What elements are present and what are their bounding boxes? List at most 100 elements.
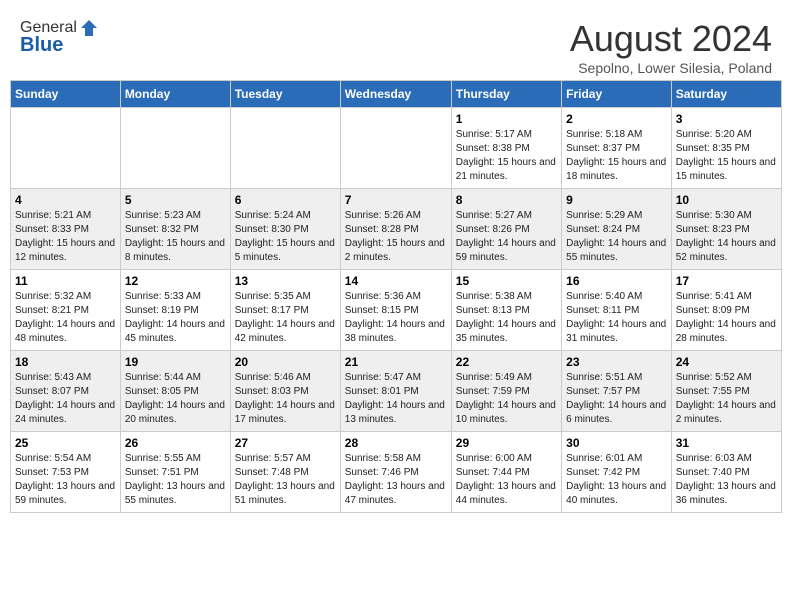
day-info: Sunrise: 5:18 AM Sunset: 8:37 PM Dayligh… <box>566 128 667 184</box>
day-info: Sunrise: 5:49 AM Sunset: 7:59 PM Dayligh… <box>456 371 557 427</box>
day-info: Sunrise: 5:23 AM Sunset: 8:32 PM Dayligh… <box>125 209 226 265</box>
calendar-week-row: 25Sunrise: 5:54 AM Sunset: 7:53 PM Dayli… <box>11 432 782 513</box>
day-info: Sunrise: 6:00 AM Sunset: 7:44 PM Dayligh… <box>456 452 557 508</box>
day-number: 9 <box>566 193 667 207</box>
calendar-table: SundayMondayTuesdayWednesdayThursdayFrid… <box>10 80 782 513</box>
day-info: Sunrise: 5:47 AM Sunset: 8:01 PM Dayligh… <box>345 371 447 427</box>
calendar-header-row: SundayMondayTuesdayWednesdayThursdayFrid… <box>11 81 782 108</box>
calendar-cell: 11 Sunrise: 5:32 AM Sunset: 8:21 PM Dayli… <box>11 270 121 351</box>
day-number: 11 <box>15 274 116 288</box>
calendar-cell: 31Sunrise: 6:03 AM Sunset: 7:40 PM Dayli… <box>671 432 781 513</box>
day-info: Sunrise: 5:24 AM Sunset: 8:30 PM Dayligh… <box>235 209 336 265</box>
logo-blue-text: Blue <box>20 34 63 57</box>
day-number: 1 <box>456 112 557 126</box>
day-info: Sunrise: 5:35 AM Sunset: 8:17 PM Dayligh… <box>235 290 336 346</box>
calendar-week-row: 1 Sunrise: 5:17 AM Sunset: 8:38 PM Daylig… <box>11 108 782 189</box>
day-info: Sunrise: 5:27 AM Sunset: 8:26 PM Dayligh… <box>456 209 557 265</box>
day-number: 6 <box>235 193 336 207</box>
day-info: Sunrise: 5:26 AM Sunset: 8:28 PM Dayligh… <box>345 209 447 265</box>
day-number: 12 <box>125 274 226 288</box>
month-title: August 2024 <box>570 18 772 60</box>
calendar-cell: 27Sunrise: 5:57 AM Sunset: 7:48 PM Dayli… <box>230 432 340 513</box>
calendar-cell <box>230 108 340 189</box>
calendar-week-row: 4 Sunrise: 5:21 AM Sunset: 8:33 PM Daylig… <box>11 189 782 270</box>
calendar-week-row: 18 Sunrise: 5:43 AM Sunset: 8:07 PM Dayli… <box>11 351 782 432</box>
calendar-cell: 18 Sunrise: 5:43 AM Sunset: 8:07 PM Dayli… <box>11 351 121 432</box>
calendar-cell: 1 Sunrise: 5:17 AM Sunset: 8:38 PM Daylig… <box>451 108 561 189</box>
calendar-cell: 29 Sunrise: 6:00 AM Sunset: 7:44 PM Dayli… <box>451 432 561 513</box>
column-header-monday: Monday <box>120 81 230 108</box>
day-info: Sunrise: 5:21 AM Sunset: 8:33 PM Dayligh… <box>15 209 116 265</box>
day-number: 19 <box>125 355 226 369</box>
day-number: 24 <box>676 355 777 369</box>
day-number: 27 <box>235 436 336 450</box>
day-number: 4 <box>15 193 116 207</box>
day-info: Sunrise: 5:55 AM Sunset: 7:51 PM Dayligh… <box>125 452 226 508</box>
day-number: 29 <box>456 436 557 450</box>
day-number: 15 <box>456 274 557 288</box>
day-info: Sunrise: 5:52 AM Sunset: 7:55 PM Dayligh… <box>676 371 777 427</box>
day-info: Sunrise: 5:44 AM Sunset: 8:05 PM Dayligh… <box>125 371 226 427</box>
day-number: 7 <box>345 193 447 207</box>
column-header-wednesday: Wednesday <box>340 81 451 108</box>
day-number: 18 <box>15 355 116 369</box>
calendar-cell: 14 Sunrise: 5:36 AM Sunset: 8:15 PM Dayli… <box>340 270 451 351</box>
calendar-cell <box>120 108 230 189</box>
calendar-cell: 10 Sunrise: 5:30 AM Sunset: 8:23 PM Dayli… <box>671 189 781 270</box>
calendar-cell: 3 Sunrise: 5:20 AM Sunset: 8:35 PM Daylig… <box>671 108 781 189</box>
day-info: Sunrise: 5:17 AM Sunset: 8:38 PM Dayligh… <box>456 128 557 184</box>
day-number: 25 <box>15 436 116 450</box>
column-header-saturday: Saturday <box>671 81 781 108</box>
calendar-week-row: 11 Sunrise: 5:32 AM Sunset: 8:21 PM Dayli… <box>11 270 782 351</box>
calendar-cell: 5 Sunrise: 5:23 AM Sunset: 8:32 PM Daylig… <box>120 189 230 270</box>
calendar-cell <box>340 108 451 189</box>
calendar-cell: 22Sunrise: 5:49 AM Sunset: 7:59 PM Dayli… <box>451 351 561 432</box>
calendar-cell: 7 Sunrise: 5:26 AM Sunset: 8:28 PM Daylig… <box>340 189 451 270</box>
day-info: Sunrise: 5:32 AM Sunset: 8:21 PM Dayligh… <box>15 290 116 346</box>
calendar-cell: 15 Sunrise: 5:38 AM Sunset: 8:13 PM Dayli… <box>451 270 561 351</box>
day-number: 28 <box>345 436 447 450</box>
calendar-cell: 16Sunrise: 5:40 AM Sunset: 8:11 PM Dayli… <box>562 270 672 351</box>
day-number: 10 <box>676 193 777 207</box>
calendar-cell: 6 Sunrise: 5:24 AM Sunset: 8:30 PM Daylig… <box>230 189 340 270</box>
calendar-cell: 21Sunrise: 5:47 AM Sunset: 8:01 PM Dayli… <box>340 351 451 432</box>
day-info: Sunrise: 5:33 AM Sunset: 8:19 PM Dayligh… <box>125 290 226 346</box>
day-info: Sunrise: 5:58 AM Sunset: 7:46 PM Dayligh… <box>345 452 447 508</box>
day-number: 31 <box>676 436 777 450</box>
logo-icon <box>79 18 99 38</box>
day-number: 26 <box>125 436 226 450</box>
day-number: 17 <box>676 274 777 288</box>
day-number: 2 <box>566 112 667 126</box>
day-number: 14 <box>345 274 447 288</box>
calendar-cell: 4 Sunrise: 5:21 AM Sunset: 8:33 PM Daylig… <box>11 189 121 270</box>
location: Sepolno, Lower Silesia, Poland <box>570 60 772 76</box>
day-info: Sunrise: 5:46 AM Sunset: 8:03 PM Dayligh… <box>235 371 336 427</box>
calendar-cell <box>11 108 121 189</box>
day-info: Sunrise: 5:36 AM Sunset: 8:15 PM Dayligh… <box>345 290 447 346</box>
calendar-cell: 2 Sunrise: 5:18 AM Sunset: 8:37 PM Daylig… <box>562 108 672 189</box>
day-info: Sunrise: 5:38 AM Sunset: 8:13 PM Dayligh… <box>456 290 557 346</box>
calendar-cell: 23 Sunrise: 5:51 AM Sunset: 7:57 PM Dayli… <box>562 351 672 432</box>
day-number: 5 <box>125 193 226 207</box>
column-header-thursday: Thursday <box>451 81 561 108</box>
column-header-friday: Friday <box>562 81 672 108</box>
calendar-cell: 20 Sunrise: 5:46 AM Sunset: 8:03 PM Dayli… <box>230 351 340 432</box>
calendar-cell: 28 Sunrise: 5:58 AM Sunset: 7:46 PM Dayli… <box>340 432 451 513</box>
day-info: Sunrise: 6:01 AM Sunset: 7:42 PM Dayligh… <box>566 452 667 508</box>
day-info: Sunrise: 5:30 AM Sunset: 8:23 PM Dayligh… <box>676 209 777 265</box>
day-info: Sunrise: 5:43 AM Sunset: 8:07 PM Dayligh… <box>15 371 116 427</box>
day-info: Sunrise: 5:51 AM Sunset: 7:57 PM Dayligh… <box>566 371 667 427</box>
column-header-tuesday: Tuesday <box>230 81 340 108</box>
title-area: August 2024 Sepolno, Lower Silesia, Pola… <box>570 18 772 76</box>
calendar-cell: 25Sunrise: 5:54 AM Sunset: 7:53 PM Dayli… <box>11 432 121 513</box>
calendar-cell: 12 Sunrise: 5:33 AM Sunset: 8:19 PM Dayli… <box>120 270 230 351</box>
day-number: 13 <box>235 274 336 288</box>
day-info: Sunrise: 5:20 AM Sunset: 8:35 PM Dayligh… <box>676 128 777 184</box>
day-number: 20 <box>235 355 336 369</box>
day-number: 8 <box>456 193 557 207</box>
day-number: 23 <box>566 355 667 369</box>
calendar-cell: 24 Sunrise: 5:52 AM Sunset: 7:55 PM Dayli… <box>671 351 781 432</box>
calendar-cell: 30Sunrise: 6:01 AM Sunset: 7:42 PM Dayli… <box>562 432 672 513</box>
calendar-cell: 13 Sunrise: 5:35 AM Sunset: 8:17 PM Dayli… <box>230 270 340 351</box>
day-number: 3 <box>676 112 777 126</box>
